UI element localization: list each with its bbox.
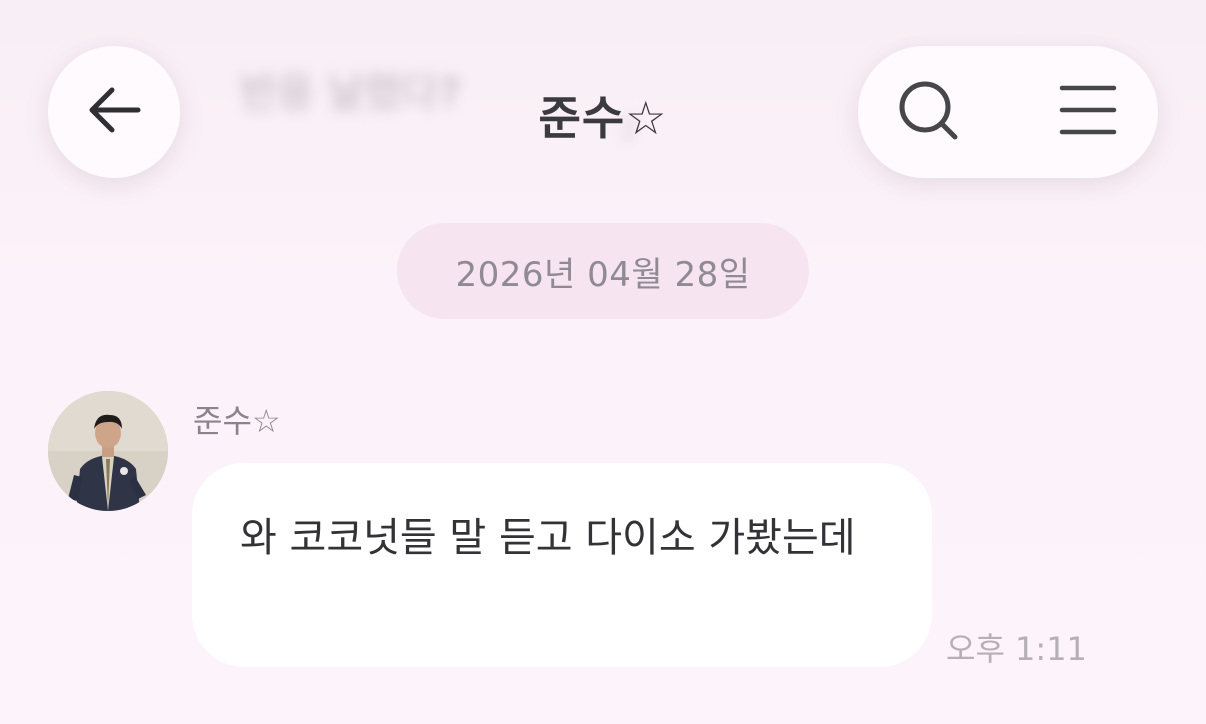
date-separator: 2026년 04월 28일 [397,223,809,319]
search-icon [895,77,961,147]
chat-screen: 반응 날렸다? 2 준수☆ 2026년 04월 28일 준수☆ 와 코코넛들 말… [0,0,1206,724]
message-bubble[interactable]: 와 코코넛들 말 듣고 다이소 가봤는데 [192,463,932,667]
sender-name: 준수☆ [193,402,281,440]
hamburger-menu-icon [1058,84,1118,140]
message-timestamp: 오후 1:11 [946,630,1087,668]
header-actions [858,46,1158,178]
message-text: 와 코코넛들 말 듣고 다이소 가봤는데 [240,515,856,561]
avatar[interactable] [48,391,168,511]
menu-button[interactable] [1048,72,1128,152]
search-button[interactable] [888,72,968,152]
